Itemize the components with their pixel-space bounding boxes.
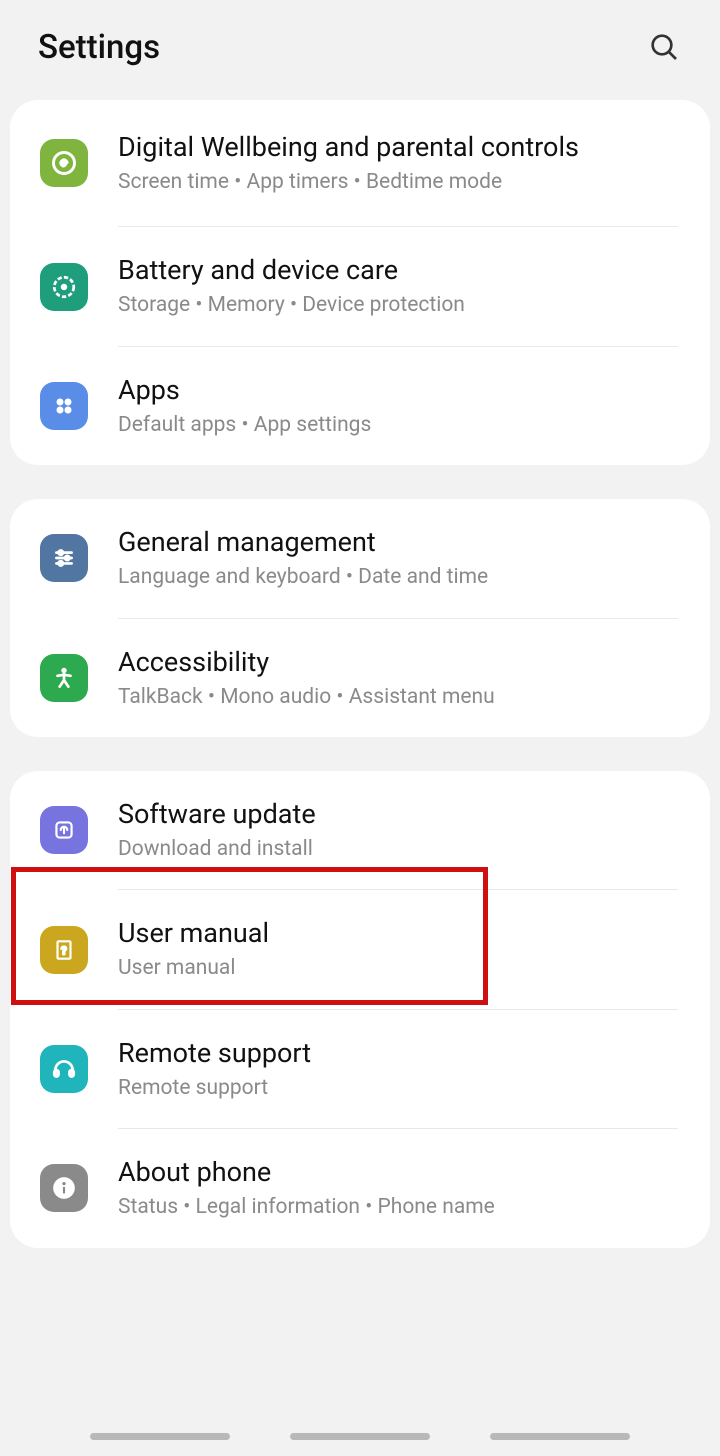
settings-group-2: General management Language and keyboard… (10, 499, 710, 737)
setting-item-user-manual[interactable]: ? User manual User manual (10, 890, 710, 1008)
settings-group-3: Software update Download and install ? U… (10, 771, 710, 1248)
setting-item-apps[interactable]: Apps Default apps • App settings (10, 347, 710, 465)
setting-text: User manual User manual (118, 916, 678, 982)
item-title: User manual (118, 916, 678, 951)
item-title: Battery and device care (118, 253, 678, 288)
user-manual-icon: ? (40, 926, 88, 974)
setting-text: About phone Status • Legal information •… (118, 1155, 678, 1221)
svg-text:?: ? (61, 944, 66, 957)
item-title: Remote support (118, 1036, 678, 1071)
setting-item-general-management[interactable]: General management Language and keyboard… (10, 499, 710, 617)
item-title: Digital Wellbeing and parental controls (118, 130, 678, 165)
setting-item-remote-support[interactable]: Remote support Remote support (10, 1010, 710, 1128)
nav-back[interactable] (490, 1433, 630, 1440)
item-subtitle: User manual (118, 955, 678, 982)
general-management-icon (40, 534, 88, 582)
item-title: About phone (118, 1155, 678, 1190)
accessibility-icon (40, 654, 88, 702)
nav-home[interactable] (290, 1433, 430, 1440)
wellbeing-icon (40, 139, 88, 187)
setting-item-accessibility[interactable]: Accessibility TalkBack • Mono audio • As… (10, 619, 710, 737)
apps-icon (40, 382, 88, 430)
setting-text: Accessibility TalkBack • Mono audio • As… (118, 645, 678, 711)
item-subtitle: TalkBack • Mono audio • Assistant menu (118, 684, 678, 711)
setting-text: Apps Default apps • App settings (118, 373, 678, 439)
item-subtitle: Download and install (118, 836, 678, 863)
item-subtitle: Storage • Memory • Device protection (118, 292, 678, 319)
item-subtitle: Remote support (118, 1075, 678, 1102)
device-care-icon (40, 263, 88, 311)
setting-item-battery-device-care[interactable]: Battery and device care Storage • Memory… (10, 227, 710, 345)
settings-group-1: Digital Wellbeing and parental controls … (10, 100, 710, 465)
nav-recent[interactable] (90, 1433, 230, 1440)
setting-item-digital-wellbeing[interactable]: Digital Wellbeing and parental controls … (10, 100, 710, 226)
settings-header: Settings (0, 0, 720, 94)
item-subtitle: Status • Legal information • Phone name (118, 1194, 678, 1221)
setting-text: Software update Download and install (118, 797, 678, 863)
item-title: Apps (118, 373, 678, 408)
item-title: Software update (118, 797, 678, 832)
setting-item-software-update[interactable]: Software update Download and install (10, 771, 710, 889)
page-title: Settings (38, 28, 160, 67)
remote-support-icon (40, 1045, 88, 1093)
item-subtitle: Default apps • App settings (118, 412, 678, 439)
software-update-icon (40, 806, 88, 854)
about-phone-icon (40, 1164, 88, 1212)
setting-text: Battery and device care Storage • Memory… (118, 253, 678, 319)
item-subtitle: Language and keyboard • Date and time (118, 564, 678, 591)
item-title: Accessibility (118, 645, 678, 680)
item-subtitle: Screen time • App timers • Bedtime mode (118, 169, 678, 196)
nav-bar (0, 1416, 720, 1456)
search-icon (648, 31, 680, 63)
setting-item-about-phone[interactable]: About phone Status • Legal information •… (10, 1129, 710, 1247)
setting-text: General management Language and keyboard… (118, 525, 678, 591)
item-title: General management (118, 525, 678, 560)
search-button[interactable] (646, 29, 682, 65)
setting-text: Digital Wellbeing and parental controls … (118, 130, 678, 196)
setting-text: Remote support Remote support (118, 1036, 678, 1102)
